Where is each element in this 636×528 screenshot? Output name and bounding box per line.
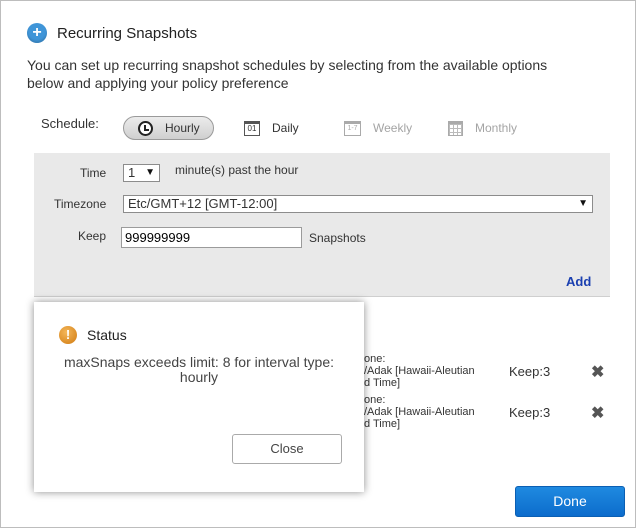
- policy-row-text: one: /Adak [Hawaii-Aleutian d Time]: [364, 353, 475, 389]
- schedule-hourly-button[interactable]: Hourly: [123, 116, 214, 140]
- plus-circle-icon: +: [27, 23, 47, 43]
- delete-icon[interactable]: ✖: [591, 362, 604, 382]
- delete-icon[interactable]: ✖: [591, 403, 604, 423]
- dropdown-arrow-icon: ▼: [145, 167, 155, 178]
- schedule-daily-button[interactable]: 01 Daily: [244, 116, 299, 140]
- schedule-hourly-label: Hourly: [165, 121, 200, 135]
- calendar-icon: 01: [244, 120, 260, 136]
- dropdown-arrow-icon: ▼: [578, 198, 588, 209]
- policy-row-text: one: /Adak [Hawaii-Aleutian d Time]: [364, 394, 475, 430]
- dialog-header: + Recurring Snapshots: [27, 23, 197, 43]
- schedule-monthly-button[interactable]: Monthly: [448, 116, 517, 140]
- status-header: ! Status: [59, 326, 127, 344]
- keep-input[interactable]: [121, 227, 302, 248]
- calendar-month-icon: [448, 120, 463, 136]
- schedule-form-panel: [34, 153, 610, 297]
- schedule-daily-label: Daily: [272, 121, 299, 135]
- status-message: maxSnaps exceeds limit: 8 for interval t…: [63, 354, 334, 385]
- schedule-weekly-button[interactable]: 1-7 Weekly: [344, 116, 412, 140]
- add-button[interactable]: Add: [566, 274, 591, 289]
- keep-suffix: Snapshots: [309, 231, 366, 245]
- timezone-select-value: Etc/GMT+12 [GMT-12:00]: [128, 196, 278, 211]
- policy-keep: Keep:3: [509, 405, 551, 420]
- status-title: Status: [87, 327, 127, 343]
- status-dialog: ! Status maxSnaps exceeds limit: 8 for i…: [34, 302, 364, 492]
- schedule-weekly-label: Weekly: [373, 121, 413, 135]
- policy-keep: Keep:3: [509, 364, 551, 379]
- dialog-title: Recurring Snapshots: [57, 24, 198, 42]
- time-select-value: 1: [128, 165, 136, 180]
- schedule-monthly-label: Monthly: [475, 121, 518, 135]
- schedule-label: Schedule:: [41, 116, 99, 131]
- timezone-label: Timezone: [54, 197, 107, 211]
- calendar-week-icon: 1-7: [344, 120, 361, 136]
- done-button[interactable]: Done: [515, 486, 625, 517]
- time-suffix: minute(s) past the hour: [175, 163, 299, 177]
- intro-text: You can set up recurring snapshot schedu…: [27, 57, 548, 91]
- time-label: Time: [80, 166, 107, 180]
- timezone-select[interactable]: Etc/GMT+12 [GMT-12:00] ▼: [123, 195, 593, 213]
- keep-label: Keep: [78, 229, 107, 243]
- recurring-snapshots-dialog: + Recurring Snapshots You can set up rec…: [0, 0, 636, 528]
- time-select[interactable]: 1 ▼: [123, 164, 160, 182]
- clock-icon: [138, 120, 153, 136]
- warning-icon: !: [59, 326, 77, 344]
- close-button[interactable]: Close: [232, 434, 342, 464]
